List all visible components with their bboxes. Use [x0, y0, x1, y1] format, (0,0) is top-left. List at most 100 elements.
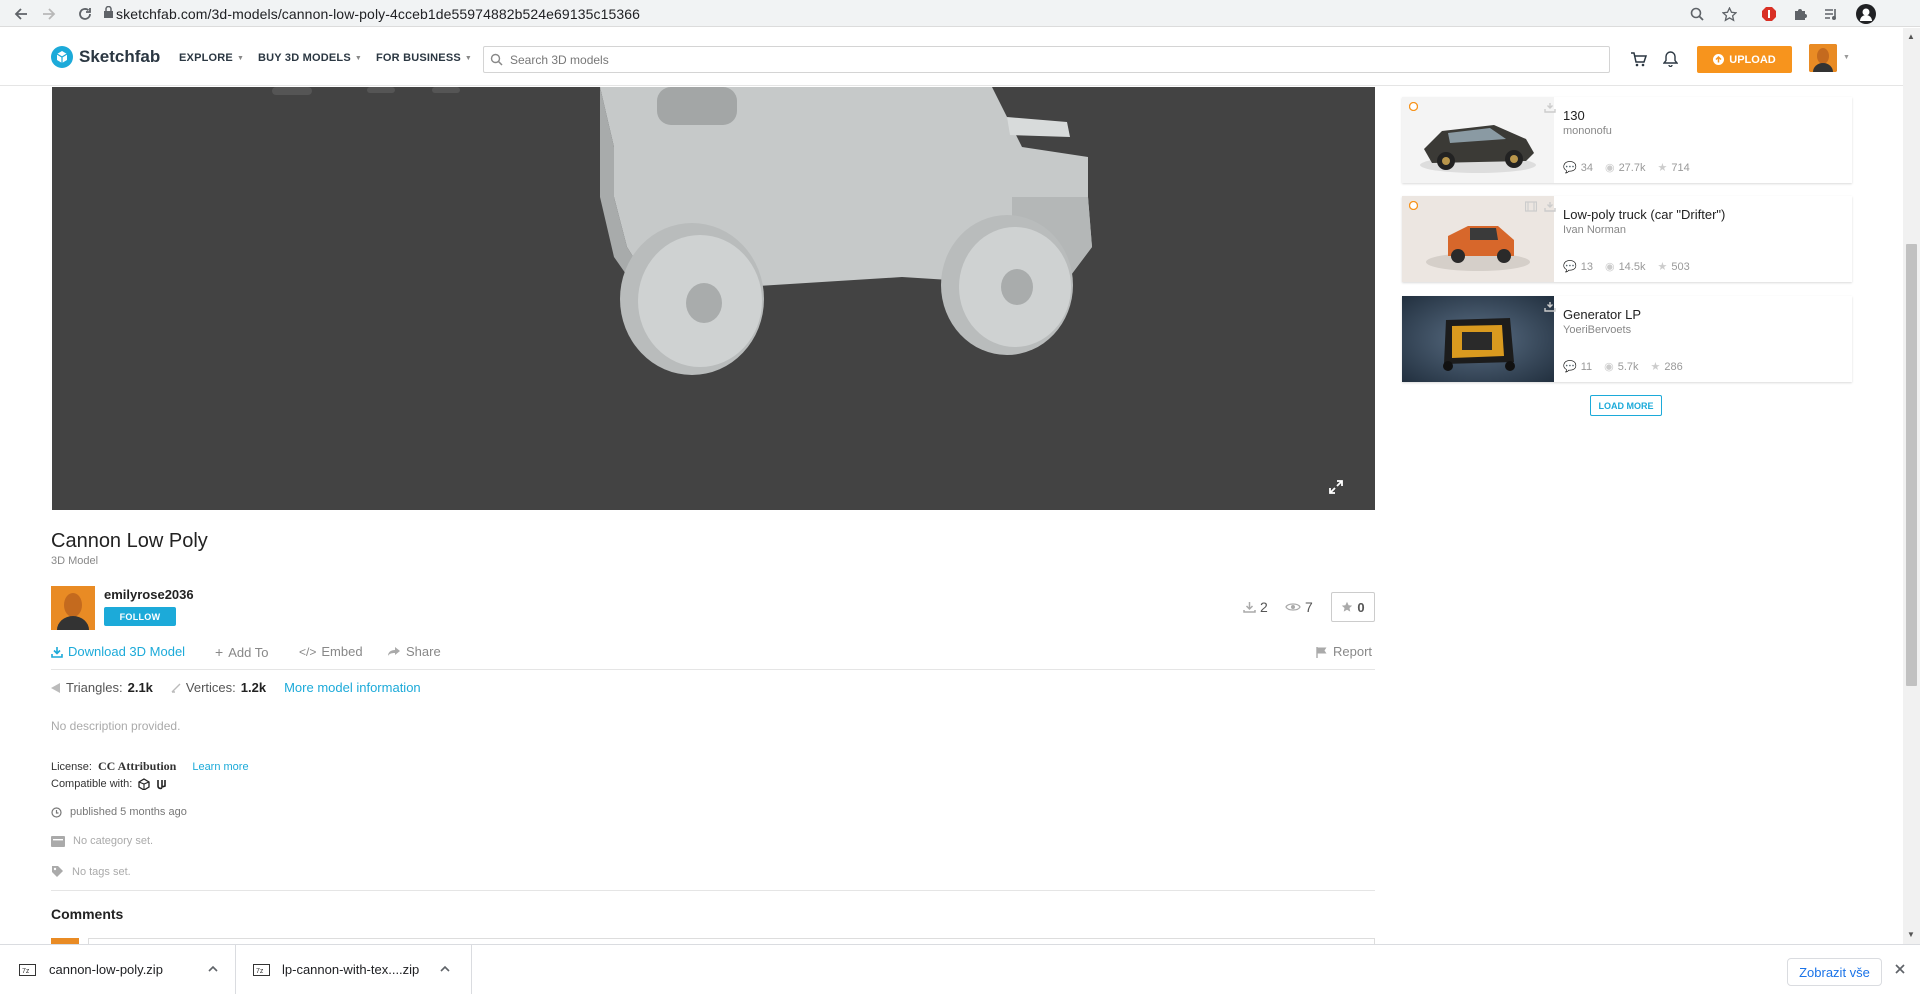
- scroll-down-icon[interactable]: ▼: [1907, 930, 1915, 939]
- sketchfab-logo[interactable]: Sketchfab: [51, 46, 160, 68]
- model-viewer[interactable]: [52, 87, 1375, 510]
- show-all-downloads-button[interactable]: Zobrazit vše: [1787, 958, 1882, 986]
- card-title[interactable]: Low-poly truck (car "Drifter"): [1563, 207, 1725, 222]
- chevron-up-icon: [440, 965, 450, 972]
- nav-buy-3d-models[interactable]: BUY 3D MODELS ▼: [258, 52, 362, 64]
- card-stats: 💬 11 ◉ 5.7k ★ 286: [1563, 360, 1683, 374]
- flag-icon: [1316, 646, 1327, 658]
- like-count: 286: [1664, 360, 1683, 373]
- chevron-down-icon: ▼: [354, 54, 362, 62]
- comment-icon: 💬: [1563, 261, 1577, 273]
- scroll-up-icon[interactable]: ▲: [1907, 32, 1915, 41]
- media-control-icon[interactable]: [1820, 3, 1842, 25]
- vertices-value: 1.2k: [240, 680, 267, 695]
- search-input[interactable]: [510, 50, 1600, 70]
- like-button[interactable]: 0: [1331, 592, 1375, 622]
- card-author[interactable]: YoeriBervoets: [1563, 324, 1631, 336]
- svg-text:7z: 7z: [22, 968, 30, 975]
- like-count: 503: [1671, 260, 1690, 273]
- model-actions: Download 3D Model + Add To </> Embed Sha…: [51, 644, 1375, 670]
- close-icon[interactable]: [1893, 962, 1907, 976]
- page-scrollbar[interactable]: ▲ ▼: [1903, 28, 1920, 944]
- star-icon: ★: [1650, 361, 1661, 373]
- card-title[interactable]: 130: [1563, 108, 1585, 123]
- category-row: No category set.: [51, 835, 153, 847]
- zip-file-icon: 7z: [19, 964, 36, 976]
- download-item[interactable]: 7z lp-cannon-with-tex....zip: [236, 945, 472, 994]
- model-thumbnail[interactable]: [1402, 97, 1554, 183]
- back-icon[interactable]: [10, 3, 32, 25]
- nav-for-business[interactable]: FOR BUSINESS ▼: [376, 52, 472, 64]
- notifications-bell-icon[interactable]: [1660, 49, 1680, 69]
- category-value: No category set.: [73, 835, 154, 847]
- download-filename: lp-cannon-with-tex....zip: [282, 962, 420, 977]
- address-bar[interactable]: sketchfab.com/3d-models/cannon-low-poly-…: [116, 6, 640, 22]
- nav-explore-label: EXPLORE: [179, 52, 233, 64]
- extension-adblock-icon[interactable]: [1758, 3, 1780, 25]
- chevron-down-icon[interactable]: ▼: [1843, 54, 1850, 61]
- star-icon: [1342, 601, 1353, 612]
- chevron-down-icon: ▼: [236, 54, 245, 62]
- comment-icon: 💬: [1563, 361, 1577, 373]
- compatible-label: Compatible with:: [51, 778, 133, 790]
- extensions-puzzle-icon[interactable]: [1789, 3, 1811, 25]
- follow-button[interactable]: FOLLOW: [104, 607, 176, 626]
- card-author[interactable]: Ivan Norman: [1563, 224, 1626, 236]
- star-icon: ★: [1657, 261, 1668, 273]
- model-description: No description provided.: [51, 719, 181, 733]
- staff-pick-badge-icon: [1409, 201, 1418, 210]
- download-count: 2: [1243, 599, 1268, 615]
- related-model-card[interactable]: 130 mononofu 💬 34 ◉ 27.7k ★ 714: [1402, 97, 1852, 183]
- forward-icon[interactable]: [38, 3, 60, 25]
- zoom-icon[interactable]: [1686, 3, 1708, 25]
- triangles-label: Triangles:: [66, 680, 123, 695]
- license-label: License:: [51, 760, 92, 773]
- add-to-label: Add To: [228, 644, 269, 660]
- upload-button[interactable]: UPLOAD: [1697, 46, 1792, 73]
- embed-link[interactable]: </> Embed: [299, 644, 363, 659]
- related-model-card[interactable]: Generator LP YoeriBervoets 💬 11 ◉ 5.7k ★ 28…: [1402, 296, 1852, 382]
- download-item[interactable]: 7z cannon-low-poly.zip: [0, 945, 236, 994]
- card-author[interactable]: mononofu: [1563, 125, 1612, 137]
- plus-icon: +: [215, 644, 224, 660]
- clock-icon: [51, 806, 62, 818]
- author-name[interactable]: emilyrose2036: [104, 587, 194, 602]
- published-date: published 5 months ago: [70, 806, 187, 818]
- downloads-bar: 7z cannon-low-poly.zip 7z lp-cannon-with…: [0, 944, 1920, 994]
- eye-icon: ◉: [1604, 162, 1615, 174]
- download-icon: [1243, 602, 1256, 613]
- fullscreen-icon[interactable]: [1329, 480, 1343, 494]
- share-link[interactable]: Share: [387, 644, 441, 659]
- bookmark-star-icon[interactable]: [1718, 3, 1740, 25]
- scrollbar-thumb[interactable]: [1906, 244, 1917, 686]
- zip-file-icon: 7z: [253, 964, 270, 976]
- code-icon: </>: [299, 644, 317, 659]
- user-avatar[interactable]: [1809, 44, 1837, 72]
- profile-avatar-icon[interactable]: [1855, 3, 1877, 25]
- animated-icon: [1525, 201, 1537, 212]
- report-link[interactable]: Report: [1316, 644, 1372, 659]
- author-avatar[interactable]: [51, 586, 95, 630]
- view-count: 27.7k: [1618, 161, 1646, 174]
- add-to-link[interactable]: + Add To: [215, 644, 268, 660]
- svg-text:7z: 7z: [256, 968, 264, 975]
- learn-more-link[interactable]: Learn more: [192, 761, 248, 773]
- triangles-value: 2.1k: [127, 680, 153, 695]
- search-icon: [490, 53, 503, 66]
- sketchfab-logo-icon: [51, 46, 73, 68]
- reload-icon[interactable]: [74, 3, 96, 25]
- card-title[interactable]: Generator LP: [1563, 307, 1641, 322]
- browser-toolbar: sketchfab.com/3d-models/cannon-low-poly-…: [0, 0, 1920, 27]
- category-icon: [51, 835, 65, 847]
- search-box[interactable]: [483, 46, 1610, 73]
- model-thumbnail[interactable]: [1402, 296, 1554, 382]
- nav-explore[interactable]: EXPLORE ▼: [179, 52, 244, 64]
- cart-icon[interactable]: [1628, 49, 1648, 69]
- downloadable-icon: [1544, 201, 1556, 212]
- download-3d-model-link[interactable]: Download 3D Model: [51, 644, 185, 659]
- more-model-info-link[interactable]: More model information: [284, 680, 421, 695]
- lock-icon[interactable]: [104, 6, 113, 18]
- related-model-card[interactable]: Low-poly truck (car "Drifter") Ivan Norm…: [1402, 196, 1852, 282]
- load-more-button[interactable]: LOAD MORE: [1590, 395, 1662, 416]
- downloadable-icon: [1544, 102, 1556, 113]
